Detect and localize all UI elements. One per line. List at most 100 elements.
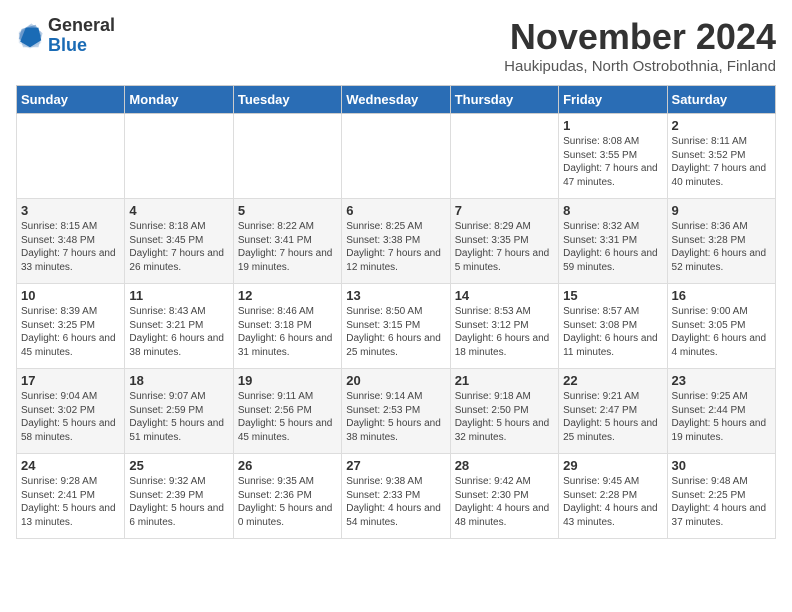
calendar-cell: 11 Sunrise: 8:43 AM Sunset: 3:21 PM Dayli… bbox=[125, 284, 233, 369]
calendar-cell bbox=[125, 114, 233, 199]
calendar-cell: 15Sunrise: 8:57 AM Sunset: 3:08 PM Dayli… bbox=[559, 284, 667, 369]
calendar-cell: 3 Sunrise: 8:15 AM Sunset: 3:48 PM Daylig… bbox=[17, 199, 125, 284]
calendar-week-1: 1Sunrise: 8:08 AM Sunset: 3:55 PM Daylig… bbox=[17, 114, 776, 199]
cell-content: Sunrise: 9:45 AM Sunset: 2:28 PM Dayligh… bbox=[563, 475, 662, 529]
cell-content: Sunrise: 9:28 AM Sunset: 2:41 PM Dayligh… bbox=[21, 475, 120, 529]
calendar-header-sunday: Sunday bbox=[17, 86, 125, 114]
cell-content: Sunrise: 8:53 AM Sunset: 3:12 PM Dayligh… bbox=[455, 305, 554, 359]
cell-content: Sunrise: 8:50 AM Sunset: 3:15 PM Dayligh… bbox=[346, 305, 445, 359]
cell-content: Sunrise: 9:04 AM Sunset: 3:02 PM Dayligh… bbox=[21, 390, 120, 444]
calendar-cell bbox=[342, 114, 450, 199]
calendar-header-thursday: Thursday bbox=[450, 86, 558, 114]
cell-content: Sunrise: 8:11 AM Sunset: 3:52 PM Dayligh… bbox=[672, 135, 771, 189]
cell-content: Sunrise: 8:43 AM Sunset: 3:21 PM Dayligh… bbox=[129, 305, 228, 359]
cell-content: Sunrise: 8:18 AM Sunset: 3:45 PM Dayligh… bbox=[129, 220, 228, 274]
cell-content: Sunrise: 8:22 AM Sunset: 3:41 PM Dayligh… bbox=[238, 220, 337, 274]
cell-content: Sunrise: 9:35 AM Sunset: 2:36 PM Dayligh… bbox=[238, 475, 337, 529]
calendar-cell: 12Sunrise: 8:46 AM Sunset: 3:18 PM Dayli… bbox=[233, 284, 341, 369]
calendar-cell: 29 Sunrise: 9:45 AM Sunset: 2:28 PM Dayli… bbox=[559, 454, 667, 539]
calendar-cell: 16 Sunrise: 9:00 AM Sunset: 3:05 PM Dayli… bbox=[667, 284, 775, 369]
calendar-week-2: 3 Sunrise: 8:15 AM Sunset: 3:48 PM Daylig… bbox=[17, 199, 776, 284]
title-block: November 2024 Haukipudas, North Ostrobot… bbox=[504, 16, 776, 75]
location-subtitle: Haukipudas, North Ostrobothnia, Finland bbox=[504, 58, 776, 75]
cell-content: Sunrise: 8:32 AM Sunset: 3:31 PM Dayligh… bbox=[563, 220, 662, 274]
calendar-cell bbox=[17, 114, 125, 199]
cell-content: Sunrise: 8:29 AM Sunset: 3:35 PM Dayligh… bbox=[455, 220, 554, 274]
day-number: 24 bbox=[21, 458, 120, 473]
day-number: 4 bbox=[129, 203, 228, 218]
cell-content: Sunrise: 9:00 AM Sunset: 3:05 PM Dayligh… bbox=[672, 305, 771, 359]
day-number: 26 bbox=[238, 458, 337, 473]
day-number: 7 bbox=[455, 203, 554, 218]
cell-content: Sunrise: 9:18 AM Sunset: 2:50 PM Dayligh… bbox=[455, 390, 554, 444]
cell-content: Sunrise: 8:25 AM Sunset: 3:38 PM Dayligh… bbox=[346, 220, 445, 274]
calendar-cell: 22Sunrise: 9:21 AM Sunset: 2:47 PM Dayli… bbox=[559, 369, 667, 454]
cell-content: Sunrise: 9:25 AM Sunset: 2:44 PM Dayligh… bbox=[672, 390, 771, 444]
calendar-cell: 7 Sunrise: 8:29 AM Sunset: 3:35 PM Daylig… bbox=[450, 199, 558, 284]
day-number: 30 bbox=[672, 458, 771, 473]
day-number: 6 bbox=[346, 203, 445, 218]
day-number: 19 bbox=[238, 373, 337, 388]
day-number: 17 bbox=[21, 373, 120, 388]
calendar-cell: 17 Sunrise: 9:04 AM Sunset: 3:02 PM Dayli… bbox=[17, 369, 125, 454]
calendar-cell: 23 Sunrise: 9:25 AM Sunset: 2:44 PM Dayli… bbox=[667, 369, 775, 454]
calendar-header-friday: Friday bbox=[559, 86, 667, 114]
calendar-cell: 21Sunrise: 9:18 AM Sunset: 2:50 PM Dayli… bbox=[450, 369, 558, 454]
day-number: 16 bbox=[672, 288, 771, 303]
day-number: 22 bbox=[563, 373, 662, 388]
cell-content: Sunrise: 9:32 AM Sunset: 2:39 PM Dayligh… bbox=[129, 475, 228, 529]
calendar-cell bbox=[233, 114, 341, 199]
cell-content: Sunrise: 8:39 AM Sunset: 3:25 PM Dayligh… bbox=[21, 305, 120, 359]
calendar-cell: 8 Sunrise: 8:32 AM Sunset: 3:31 PM Daylig… bbox=[559, 199, 667, 284]
calendar-header-saturday: Saturday bbox=[667, 86, 775, 114]
calendar-cell: 28 Sunrise: 9:42 AM Sunset: 2:30 PM Dayli… bbox=[450, 454, 558, 539]
calendar-table: SundayMondayTuesdayWednesdayThursdayFrid… bbox=[16, 85, 776, 539]
cell-content: Sunrise: 9:14 AM Sunset: 2:53 PM Dayligh… bbox=[346, 390, 445, 444]
calendar-header-wednesday: Wednesday bbox=[342, 86, 450, 114]
day-number: 8 bbox=[563, 203, 662, 218]
calendar-cell: 26 Sunrise: 9:35 AM Sunset: 2:36 PM Dayli… bbox=[233, 454, 341, 539]
day-number: 9 bbox=[672, 203, 771, 218]
calendar-cell: 25 Sunrise: 9:32 AM Sunset: 2:39 PM Dayli… bbox=[125, 454, 233, 539]
logo-text: General Blue bbox=[48, 16, 115, 56]
calendar-cell: 30 Sunrise: 9:48 AM Sunset: 2:25 PM Dayli… bbox=[667, 454, 775, 539]
calendar-cell: 5 Sunrise: 8:22 AM Sunset: 3:41 PM Daylig… bbox=[233, 199, 341, 284]
calendar-week-4: 17 Sunrise: 9:04 AM Sunset: 3:02 PM Dayli… bbox=[17, 369, 776, 454]
day-number: 20 bbox=[346, 373, 445, 388]
day-number: 27 bbox=[346, 458, 445, 473]
day-number: 10 bbox=[21, 288, 120, 303]
day-number: 11 bbox=[129, 288, 228, 303]
calendar-header-tuesday: Tuesday bbox=[233, 86, 341, 114]
cell-content: Sunrise: 9:38 AM Sunset: 2:33 PM Dayligh… bbox=[346, 475, 445, 529]
calendar-cell: 6 Sunrise: 8:25 AM Sunset: 3:38 PM Daylig… bbox=[342, 199, 450, 284]
cell-content: Sunrise: 8:36 AM Sunset: 3:28 PM Dayligh… bbox=[672, 220, 771, 274]
day-number: 2 bbox=[672, 118, 771, 133]
cell-content: Sunrise: 8:15 AM Sunset: 3:48 PM Dayligh… bbox=[21, 220, 120, 274]
day-number: 18 bbox=[129, 373, 228, 388]
day-number: 25 bbox=[129, 458, 228, 473]
month-title: November 2024 bbox=[504, 16, 776, 58]
day-number: 1 bbox=[563, 118, 662, 133]
day-number: 5 bbox=[238, 203, 337, 218]
calendar-cell: 24 Sunrise: 9:28 AM Sunset: 2:41 PM Dayli… bbox=[17, 454, 125, 539]
day-number: 28 bbox=[455, 458, 554, 473]
calendar-week-3: 10 Sunrise: 8:39 AM Sunset: 3:25 PM Dayli… bbox=[17, 284, 776, 369]
cell-content: Sunrise: 9:11 AM Sunset: 2:56 PM Dayligh… bbox=[238, 390, 337, 444]
day-number: 12 bbox=[238, 288, 337, 303]
calendar-cell: 1Sunrise: 8:08 AM Sunset: 3:55 PM Daylig… bbox=[559, 114, 667, 199]
day-number: 23 bbox=[672, 373, 771, 388]
calendar-cell bbox=[450, 114, 558, 199]
logo: General Blue bbox=[16, 16, 115, 56]
day-number: 29 bbox=[563, 458, 662, 473]
cell-content: Sunrise: 9:48 AM Sunset: 2:25 PM Dayligh… bbox=[672, 475, 771, 529]
calendar-cell: 10 Sunrise: 8:39 AM Sunset: 3:25 PM Dayli… bbox=[17, 284, 125, 369]
day-number: 3 bbox=[21, 203, 120, 218]
cell-content: Sunrise: 8:57 AM Sunset: 3:08 PM Dayligh… bbox=[563, 305, 662, 359]
calendar-cell: 2 Sunrise: 8:11 AM Sunset: 3:52 PM Daylig… bbox=[667, 114, 775, 199]
calendar-cell: 20 Sunrise: 9:14 AM Sunset: 2:53 PM Dayli… bbox=[342, 369, 450, 454]
calendar-header-row: SundayMondayTuesdayWednesdayThursdayFrid… bbox=[17, 86, 776, 114]
cell-content: Sunrise: 9:42 AM Sunset: 2:30 PM Dayligh… bbox=[455, 475, 554, 529]
generalblue-logo-icon bbox=[16, 22, 44, 50]
calendar-header-monday: Monday bbox=[125, 86, 233, 114]
calendar-cell: 9 Sunrise: 8:36 AM Sunset: 3:28 PM Daylig… bbox=[667, 199, 775, 284]
